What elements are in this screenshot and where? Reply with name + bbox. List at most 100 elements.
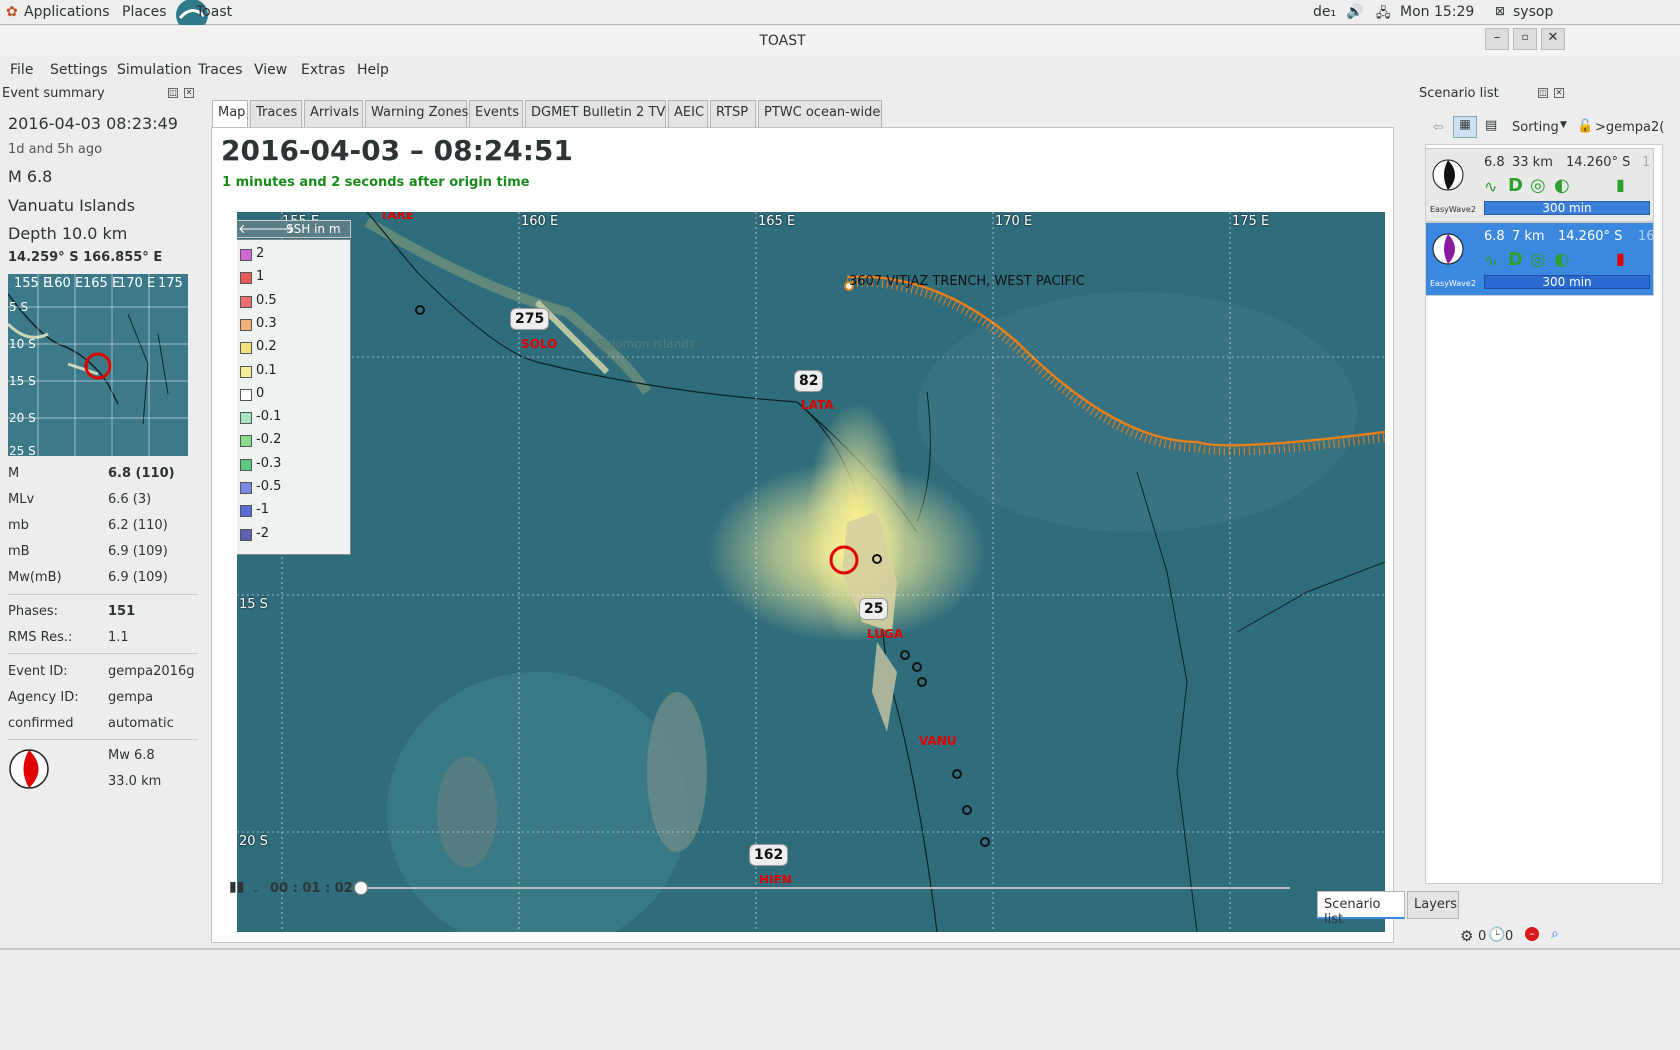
places-menu[interactable]: Places bbox=[122, 4, 167, 20]
playback-slider[interactable] bbox=[360, 887, 1290, 889]
scenario-card-selected[interactable]: 6.8 7 km 14.260° S 16 ∿ D ◎ ◐ ▮ EasyWave… bbox=[1425, 222, 1655, 296]
back-arrow-icon[interactable]: ⇦ bbox=[1433, 120, 1444, 135]
tsunami-map[interactable]: 155 E 160 E 165 E 170 E 175 E 15 S 20 S … bbox=[237, 212, 1385, 932]
legend-label: -1 bbox=[256, 502, 269, 518]
menu-settings[interactable]: Settings bbox=[50, 62, 107, 78]
sorting-button[interactable]: Sorting bbox=[1512, 120, 1559, 135]
tab-traces[interactable]: Traces bbox=[250, 100, 302, 128]
minimize-button[interactable]: – bbox=[1485, 28, 1509, 50]
event-region: Vanuatu Islands bbox=[8, 196, 136, 215]
dropdown-icon[interactable]: ⌄ bbox=[252, 885, 260, 895]
phases-value: 151 bbox=[108, 604, 136, 619]
agency-value: gempa bbox=[108, 690, 154, 705]
tab-ptwc[interactable]: PTWC ocean-wide bbox=[758, 100, 882, 128]
menu-extras[interactable]: Extras bbox=[301, 62, 345, 78]
keyboard-layout[interactable]: de₁ bbox=[1313, 4, 1336, 20]
maximize-button[interactable]: ▫ bbox=[1513, 28, 1537, 50]
list-view-icon[interactable]: ▤ bbox=[1485, 118, 1497, 133]
filter-text[interactable]: >gempa2( bbox=[1595, 120, 1665, 135]
station-name-label: LATA bbox=[801, 398, 834, 412]
legend-label: 0.2 bbox=[256, 339, 277, 355]
close-icon[interactable]: ✕ bbox=[1554, 88, 1564, 98]
minimap-lat-1: 5 S bbox=[9, 300, 29, 314]
menu-view[interactable]: View bbox=[254, 62, 287, 78]
active-app-name[interactable]: Toast bbox=[196, 4, 232, 20]
agency-label: Agency ID: bbox=[8, 690, 79, 705]
grid-view-icon[interactable]: ▦ bbox=[1453, 116, 1477, 138]
legend-swatch bbox=[240, 365, 252, 378]
mechanism-icon: ◐ bbox=[1554, 175, 1570, 196]
window-title-bar: TOAST – ▫ ✕ bbox=[0, 26, 1680, 56]
station-count-badge[interactable]: 82 bbox=[794, 370, 824, 392]
gauge-icon: ▮ bbox=[1616, 249, 1625, 268]
minimap-lon-4: 170 E bbox=[118, 276, 156, 291]
tab-rtsp[interactable]: RTSP bbox=[710, 100, 756, 128]
scenario-depth: 7 km bbox=[1512, 229, 1545, 244]
lock-icon[interactable]: 🔓 bbox=[1577, 119, 1593, 134]
mag-type: mB bbox=[8, 544, 30, 559]
phases-label: Phases: bbox=[8, 604, 58, 619]
scenario-model: EasyWave2 bbox=[1430, 205, 1476, 214]
d-icon: D bbox=[1508, 175, 1523, 196]
tab-map[interactable]: Map bbox=[212, 100, 248, 128]
beachball-icon bbox=[1432, 233, 1464, 265]
legend-label: -0.1 bbox=[256, 409, 282, 425]
float-icon[interactable]: ◫ bbox=[168, 88, 178, 98]
tab-layers[interactable]: Layers bbox=[1407, 891, 1459, 919]
network-icon[interactable]: 🖧 bbox=[1376, 4, 1391, 26]
menu-simulation[interactable]: Simulation bbox=[117, 62, 192, 78]
event-id-value: gempa2016g bbox=[108, 664, 195, 679]
minimap-graphic bbox=[8, 274, 188, 456]
user-menu[interactable]: sysop bbox=[1513, 4, 1553, 20]
search-icon[interactable]: ⌕ bbox=[1551, 926, 1559, 942]
grid-lon-label: 160 E bbox=[521, 214, 559, 229]
pause-icon[interactable]: ▮▮ bbox=[229, 879, 244, 895]
target-icon: ◎ bbox=[1530, 175, 1546, 196]
tab-warning-zones[interactable]: Warning Zones bbox=[365, 100, 468, 128]
scenario-card[interactable]: 6.8 33 km 14.260° S 1 ∿ D ◎ ◐ ▮ EasyWave… bbox=[1425, 148, 1654, 222]
legend-title: SSH in m bbox=[286, 222, 341, 236]
volume-icon[interactable]: 🔊 bbox=[1346, 4, 1363, 20]
gear-icon[interactable]: ⚙ bbox=[1460, 927, 1473, 945]
system-top-bar: ✿ Applications Places Toast de₁ 🔊 🖧 Mon … bbox=[0, 0, 1680, 25]
menu-help[interactable]: Help bbox=[357, 62, 389, 78]
grid-lon-label: 170 E bbox=[995, 214, 1033, 229]
grid-lat-label: 20 S bbox=[239, 834, 268, 849]
tab-arrivals[interactable]: Arrivals bbox=[304, 100, 363, 128]
station-count-badge[interactable]: 162 bbox=[749, 844, 789, 866]
station-count-badge[interactable]: 275 bbox=[510, 308, 550, 330]
playback-time: 00 : 01 : 02 bbox=[270, 881, 353, 896]
scenario-extra: 1 bbox=[1642, 155, 1651, 170]
float-icon[interactable]: ◫ bbox=[1538, 88, 1548, 98]
minimap-lat-2: 10 S bbox=[9, 337, 36, 351]
scenario-duration-bar: 300 min bbox=[1484, 201, 1650, 215]
mag-type: Mw(mB) bbox=[8, 570, 62, 585]
close-button[interactable]: ✕ bbox=[1541, 28, 1565, 50]
menu-bar: File Settings Simulation Traces View Ext… bbox=[0, 58, 1680, 84]
focal-mechanism-icon bbox=[9, 749, 49, 789]
applications-menu[interactable]: Applications bbox=[24, 4, 110, 20]
tab-dgmet-bulletin[interactable]: DGMET Bulletin 2 TV bbox=[525, 100, 666, 128]
station-count-badge[interactable]: 25 bbox=[859, 598, 889, 620]
playback-slider-handle[interactable] bbox=[354, 881, 368, 895]
tab-scenario-list[interactable]: Scenario list bbox=[1317, 891, 1405, 927]
tab-events[interactable]: Events bbox=[469, 100, 523, 128]
solomon-label: Solomon Islands bbox=[597, 337, 696, 351]
scenario-lat: 14.260° S bbox=[1566, 155, 1631, 170]
close-icon[interactable]: ✕ bbox=[184, 88, 194, 98]
stop-icon[interactable]: – bbox=[1525, 927, 1539, 941]
legend-label: 1 bbox=[256, 269, 265, 285]
menu-file[interactable]: File bbox=[10, 62, 33, 78]
clock-icon[interactable]: 🕒 bbox=[1488, 927, 1505, 943]
tab-aeic[interactable]: AEIC bbox=[668, 100, 708, 128]
scenario-lat: 14.260° S bbox=[1558, 229, 1623, 244]
legend-label: 0 bbox=[256, 385, 265, 401]
grid-lon-label: 175 E bbox=[1232, 214, 1270, 229]
event-depth: Depth 10.0 km bbox=[8, 224, 128, 243]
menu-traces[interactable]: Traces bbox=[198, 62, 242, 78]
scenario-panel-title: Scenario list bbox=[1419, 86, 1499, 101]
clock[interactable]: Mon 15:29 bbox=[1400, 4, 1474, 20]
overview-minimap[interactable]: 155 E 160 E 165 E 170 E 175 5 S 10 S 15 … bbox=[8, 274, 188, 456]
map-background bbox=[237, 212, 1385, 932]
station-vanu-label: VANU bbox=[919, 734, 957, 748]
